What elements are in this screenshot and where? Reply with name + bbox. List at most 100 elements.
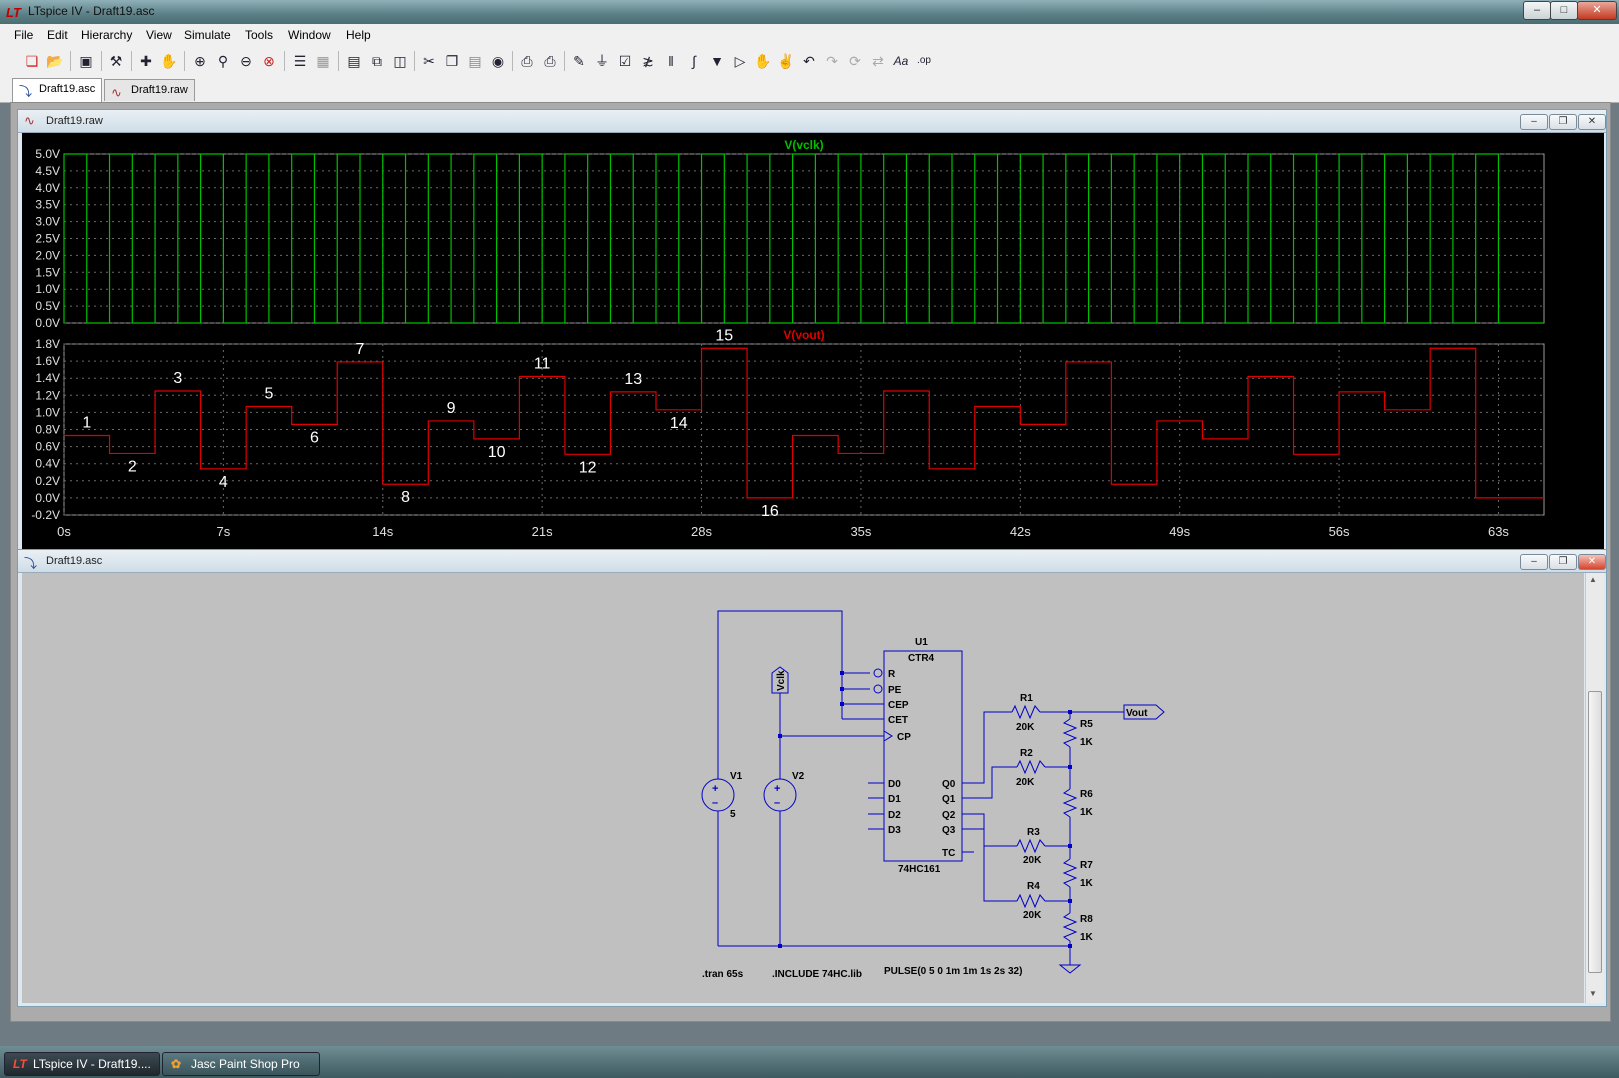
menu-simulate[interactable]: Simulate <box>184 28 231 42</box>
tab-draft19-asc[interactable]: ⤵ Draft19.asc <box>12 78 103 102</box>
taskbar-item-ltspice[interactable]: LT LTspice IV - Draft19.... <box>4 1052 160 1076</box>
halt-icon[interactable]: ✋ <box>159 51 179 71</box>
open-icon[interactable]: 📂 <box>45 51 65 71</box>
move-icon[interactable]: ✋ <box>753 51 773 71</box>
zoom-out-icon[interactable]: ⊖ <box>236 51 256 71</box>
waveform-minimize-button[interactable]: – <box>1520 114 1548 130</box>
diode-icon[interactable]: ▼ <box>707 51 727 71</box>
schematic-canvas[interactable]: + – + – U1 CTR4 74HC161 R PE CEP CET CP … <box>22 573 1584 1003</box>
label-net-icon[interactable]: ☑ <box>615 51 635 71</box>
tab-draft19-raw[interactable]: ∿ Draft19.raw <box>104 79 195 101</box>
menu-view[interactable]: View <box>146 28 172 42</box>
waveform-icon: ∿ <box>24 113 35 128</box>
rotate-icon[interactable]: ⟳ <box>845 51 865 71</box>
capacitor-icon[interactable]: ‖ <box>661 51 681 71</box>
vclk-y-tick-label: 3.5V <box>35 198 60 212</box>
zoom-pan-icon[interactable]: ⚲ <box>213 51 233 71</box>
menu-edit[interactable]: Edit <box>47 28 68 42</box>
find-icon[interactable]: ◉ <box>488 51 508 71</box>
waveform-restore-button[interactable]: ❐ <box>1549 114 1577 130</box>
schematic-window-title-bar: ⤵ Draft19.asc – ❐ ✕ <box>18 550 1606 573</box>
autorange-icon[interactable]: ☰ <box>290 51 310 71</box>
v2-value[interactable]: PULSE(0 5 0 1m 1m 1s 2s 32) <box>884 966 1022 977</box>
waveform-plot: 5.0V 4.5V 4.0V 3.5V 3.0V 2.5V 2.0V 1.5V 1.0V 0.5V… <box>31 138 1545 539</box>
schematic-restore-button[interactable]: ❐ <box>1549 554 1577 570</box>
scroll-down-icon[interactable]: ▼ <box>1589 989 1597 998</box>
u1-type: CTR4 <box>908 653 935 664</box>
r3-name: R3 <box>1027 827 1040 838</box>
schematic-minimize-button[interactable]: – <box>1520 554 1548 570</box>
print-icon[interactable]: ⎙ <box>540 51 560 71</box>
ground-icon[interactable]: ⏚ <box>592 51 612 71</box>
scrollbar-thumb[interactable] <box>1588 691 1602 973</box>
draw-wire-icon[interactable]: ✎ <box>569 51 589 71</box>
tile-vertical-icon[interactable]: ◫ <box>390 51 410 71</box>
save-icon[interactable]: ▣ <box>76 51 96 71</box>
x-tick-label: 21s <box>532 524 553 539</box>
step-annotation: 14 <box>670 415 688 432</box>
waveform-plot-area[interactable]: 5.0V 4.5V 4.0V 3.5V 3.0V 2.5V 2.0V 1.5V 1.0V 0.5V… <box>22 133 1604 551</box>
spice-directive-icon[interactable]: .op <box>914 51 934 71</box>
cascade-icon[interactable]: ⧉ <box>367 51 387 71</box>
vclk-trace-title: V(vclk) <box>784 138 823 152</box>
pin-r: R <box>888 669 896 680</box>
svg-text:+: + <box>712 783 718 795</box>
app-title-bar: LT LTspice IV - Draft19.asc – □ ✕ <box>0 0 1619 24</box>
x-tick-label: 56s <box>1329 524 1350 539</box>
resistor-r7 <box>1062 858 1078 888</box>
pin-q2: Q2 <box>942 810 956 821</box>
menu-hierarchy[interactable]: Hierarchy <box>81 28 132 42</box>
schematic-vertical-scrollbar[interactable]: ▲ ▼ <box>1585 573 1604 1003</box>
zoom-fit-icon[interactable]: ⊗ <box>259 51 279 71</box>
run-icon[interactable]: ✚ <box>136 51 156 71</box>
mdi-workspace: ∿ Draft19.raw – ❐ ✕ 5.0V 4.5V 4.0V 3.5V 3.0V… <box>10 102 1611 1022</box>
tran-directive[interactable]: .tran 65s <box>702 969 744 980</box>
menu-window[interactable]: Window <box>288 28 331 42</box>
scroll-up-icon[interactable]: ▲ <box>1589 575 1597 584</box>
new-schematic-icon[interactable]: ❏ <box>22 51 42 71</box>
maximize-button[interactable]: □ <box>1550 1 1578 20</box>
minimize-button[interactable]: – <box>1523 1 1551 20</box>
undo-icon[interactable]: ↶ <box>799 51 819 71</box>
component-icon[interactable]: ▷ <box>730 51 750 71</box>
waveform-close-button[interactable]: ✕ <box>1578 114 1606 130</box>
step-annotation: 16 <box>761 503 779 520</box>
menu-help[interactable]: Help <box>346 28 371 42</box>
pin-pe: PE <box>888 685 902 696</box>
svg-text:+: + <box>774 783 780 795</box>
paste-icon[interactable]: ▤ <box>465 51 485 71</box>
schematic-close-button[interactable]: ✕ <box>1578 554 1606 570</box>
tile-horizontal-icon[interactable]: ▤ <box>344 51 364 71</box>
control-panel-icon[interactable]: ⚒ <box>106 51 126 71</box>
r7-name: R7 <box>1080 860 1093 871</box>
r4-value: 20K <box>1023 910 1042 921</box>
waveform-icon: ∿ <box>111 85 122 100</box>
step-annotation: 1 <box>82 414 91 431</box>
grid-icon[interactable]: ▦ <box>313 51 333 71</box>
pin-q0: Q0 <box>942 779 956 790</box>
r1-name: R1 <box>1020 693 1033 704</box>
taskbar: LT LTspice IV - Draft19.... ✿ Jasc Paint… <box>0 1046 1619 1078</box>
menu-file[interactable]: File <box>14 28 33 42</box>
v2-name: V2 <box>792 771 805 782</box>
resistor-r6 <box>1062 788 1078 818</box>
include-directive[interactable]: .INCLUDE 74HC.lib <box>772 969 862 980</box>
zoom-in-icon[interactable]: ⊕ <box>190 51 210 71</box>
redo-icon[interactable]: ↷ <box>822 51 842 71</box>
cut-icon[interactable]: ✂ <box>419 51 439 71</box>
pin-tc: TC <box>942 848 955 859</box>
close-button[interactable]: ✕ <box>1577 1 1617 20</box>
pin-q1: Q1 <box>942 794 956 805</box>
drag-icon[interactable]: ✌ <box>776 51 796 71</box>
print-preview-icon[interactable]: ⎙ <box>517 51 537 71</box>
vout-y-tick-label: 1.2V <box>35 388 60 402</box>
text-icon[interactable]: Aa <box>891 51 911 71</box>
mirror-icon[interactable]: ⇄ <box>868 51 888 71</box>
copy-icon[interactable]: ❐ <box>442 51 462 71</box>
inductor-icon[interactable]: ∫ <box>684 51 704 71</box>
resistor-icon[interactable]: ≵ <box>638 51 658 71</box>
menu-tools[interactable]: Tools <box>245 28 273 42</box>
taskbar-item-paint-shop-pro[interactable]: ✿ Jasc Paint Shop Pro <box>162 1052 320 1076</box>
r5-value: 1K <box>1080 737 1094 748</box>
schematic-drawing: + – + – U1 CTR4 74HC161 R PE CEP CET CP … <box>701 610 1165 980</box>
